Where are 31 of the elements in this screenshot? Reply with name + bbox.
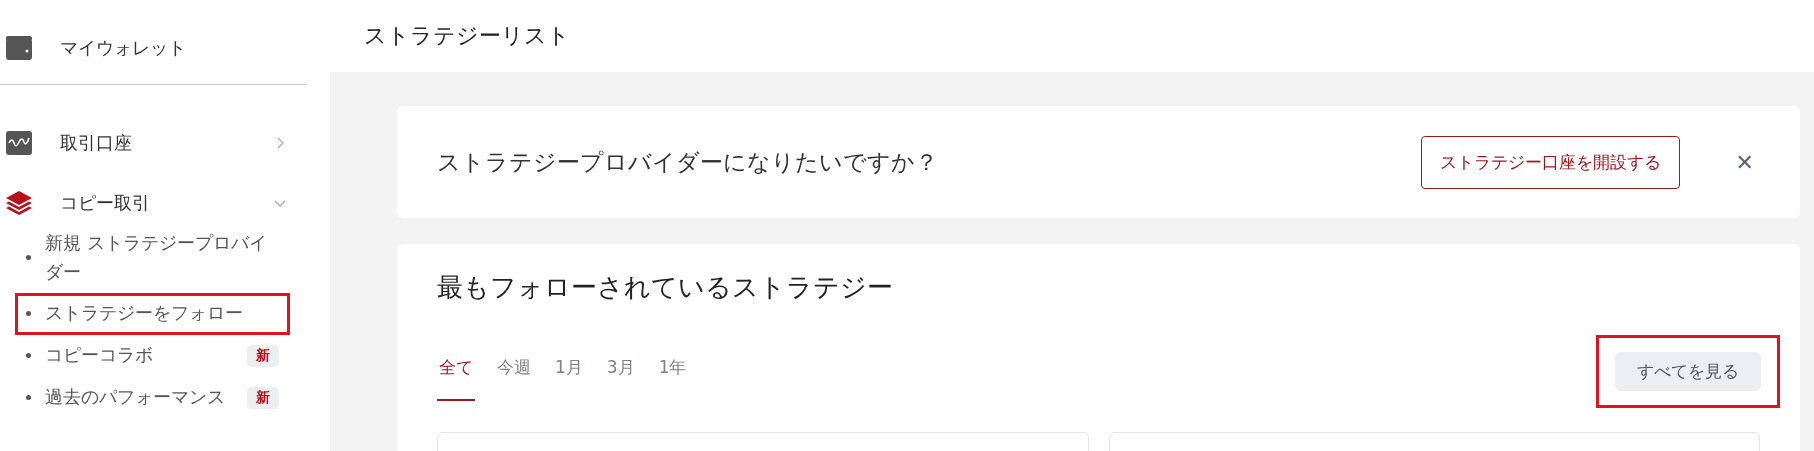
chart-icon <box>6 131 32 155</box>
period-tab[interactable]: 3月 <box>604 342 637 401</box>
subitem-label: 新規 ストラテジープロバイダー <box>45 231 268 284</box>
view-all-button[interactable]: すべてを見る <box>1615 352 1761 391</box>
sidebar-subitem[interactable]: コピーコラボ 新 <box>15 334 290 377</box>
period-tab[interactable]: 今週 <box>495 342 533 401</box>
sidebar-item[interactable]: コピー取引 <box>0 185 290 221</box>
new-badge: 新 <box>247 344 279 367</box>
sidebar-item[interactable]: マイウォレット <box>0 30 290 66</box>
wallet-icon <box>6 36 32 60</box>
subitem-label: 過去のパフォーマンス <box>45 385 226 410</box>
banner-text: ストラテジープロバイダーになりたいですか？ <box>437 147 939 177</box>
subitem-label: ストラテジーをフォロー <box>45 301 244 326</box>
sidebar-subitem[interactable]: 過去のパフォーマンス 新 <box>15 376 290 419</box>
sidebar-item[interactable]: 取引口座 <box>0 125 290 161</box>
bullet-icon <box>26 353 31 359</box>
bullet-icon <box>26 395 31 401</box>
bullet-icon <box>26 255 31 261</box>
close-button[interactable]: ✕ <box>1729 148 1760 176</box>
period-tab[interactable]: 1月 <box>553 342 585 401</box>
open-account-button[interactable]: ストラテジー口座を開設する <box>1420 135 1680 189</box>
section-title: 最もフォローされているストラテジー <box>437 272 893 302</box>
subitem-label: コピーコラボ <box>45 343 154 368</box>
page-title: ストラテジーリスト <box>364 22 570 50</box>
bullet-icon <box>26 311 31 317</box>
sidebar-subitem[interactable]: ストラテジーをフォロー <box>15 292 290 335</box>
new-badge: 新 <box>247 386 279 409</box>
sidebar-subitem[interactable]: 新規 ストラテジープロバイダー <box>15 223 290 293</box>
period-tab[interactable]: 1年 <box>656 342 689 401</box>
period-tab[interactable]: 全て <box>437 342 475 401</box>
layers-icon <box>6 191 32 215</box>
